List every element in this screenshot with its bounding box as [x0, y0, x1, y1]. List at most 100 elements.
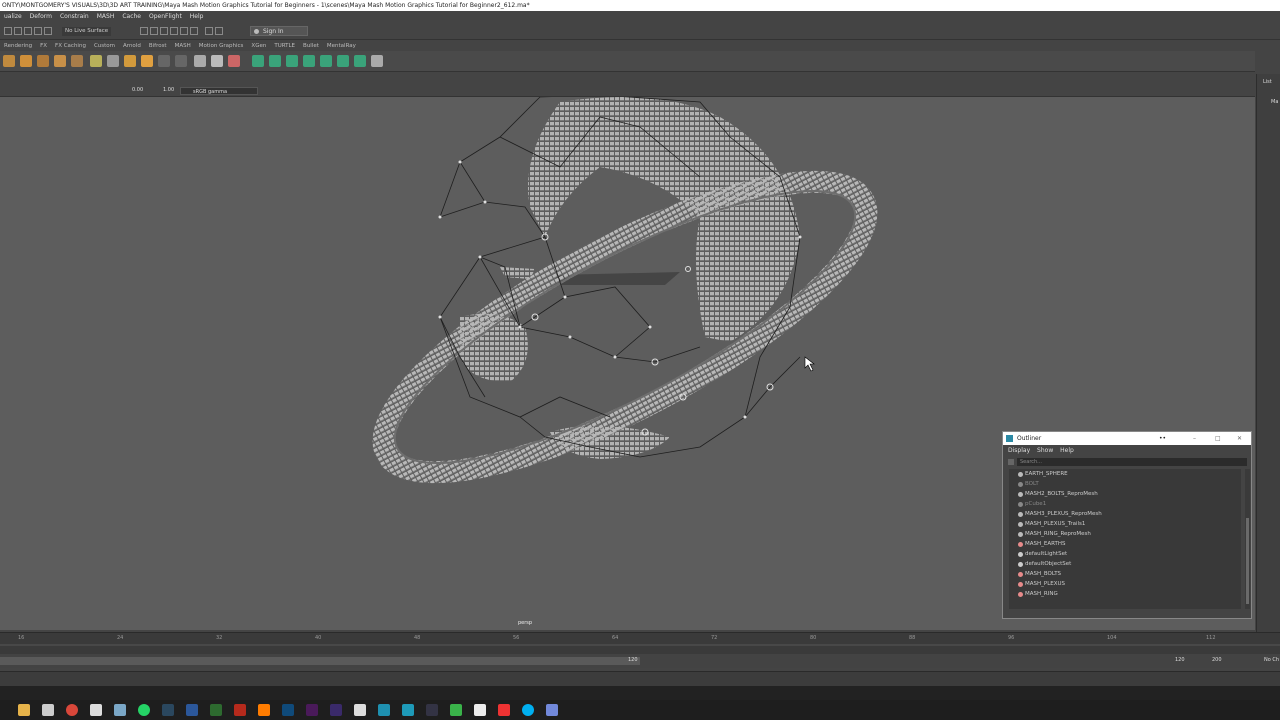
menu-item[interactable]: Cache [122, 13, 141, 20]
outliner-list[interactable]: EARTH_SPHERE BOLT MASH2_BOLTS_ReproMesh pCu… [1009, 469, 1241, 609]
playback-icon[interactable] [190, 27, 198, 35]
menu-item[interactable]: ualize [4, 13, 22, 20]
command-line[interactable] [0, 671, 1280, 686]
shelf-tab[interactable]: MentalRay [327, 43, 356, 49]
after-effects-icon[interactable] [330, 704, 342, 716]
dreamweaver-icon[interactable] [210, 704, 222, 716]
mash-icon[interactable] [124, 55, 136, 67]
color-space-select[interactable]: sRGB gamma [180, 87, 258, 95]
grid-icon[interactable] [158, 55, 170, 67]
mash-icon[interactable] [354, 55, 366, 67]
shelf-tab[interactable]: Motion Graphics [199, 43, 244, 49]
render-icon[interactable] [140, 27, 148, 35]
range-slider[interactable]: 120 120 200 No Ch [0, 654, 1280, 668]
outliner-item[interactable]: defaultObjectSet [1018, 559, 1071, 569]
app-icon[interactable] [354, 704, 366, 716]
shelf-tab[interactable]: Bullet [303, 43, 319, 49]
app-icon[interactable] [402, 704, 414, 716]
menu-item[interactable]: MASH [97, 13, 115, 20]
outliner-titlebar[interactable]: Outliner •• – □ ✕ [1003, 432, 1251, 445]
word-icon[interactable] [186, 704, 198, 716]
mash-icon[interactable] [71, 55, 83, 67]
app-icon[interactable] [498, 704, 510, 716]
outliner-search-input[interactable]: Search... [1017, 458, 1247, 466]
render-settings-icon[interactable] [160, 27, 168, 35]
obs-icon[interactable] [426, 704, 438, 716]
mash-icon[interactable] [371, 55, 383, 67]
menu-item[interactable]: OpenFlight [149, 13, 182, 20]
outliner-item[interactable]: MASH_PLEXUS [1018, 579, 1065, 589]
anim-end-field[interactable]: 200 [1212, 657, 1222, 663]
app-icon[interactable] [114, 704, 126, 716]
grid-icon[interactable] [175, 55, 187, 67]
mash-icon[interactable] [37, 55, 49, 67]
shelf-tab[interactable]: FX Caching [55, 43, 86, 49]
menu-item[interactable]: Help [190, 13, 204, 20]
time-slider[interactable]: 16 24 32 40 48 56 64 72 80 88 96 104 112 [0, 632, 1280, 655]
close-icon[interactable]: ✕ [1237, 432, 1242, 445]
app-icon[interactable] [450, 704, 462, 716]
shelf-tab[interactable]: MASH [175, 43, 191, 49]
exposure-value[interactable]: 0.00 [132, 87, 143, 93]
outliner-item[interactable]: MASH_RING_ReproMesh [1018, 529, 1091, 539]
mash-icon[interactable] [337, 55, 349, 67]
mash-icon[interactable] [286, 55, 298, 67]
mash-icon[interactable] [252, 55, 264, 67]
whatsapp-icon[interactable] [138, 704, 150, 716]
filter-icon[interactable] [1008, 459, 1014, 465]
range-bar[interactable] [0, 657, 640, 665]
shelf-tab[interactable]: TURTLE [274, 43, 295, 49]
mash-icon[interactable] [303, 55, 315, 67]
outliner-menu-display[interactable]: Display [1008, 447, 1030, 454]
sign-in-button[interactable]: Sign In [250, 26, 308, 36]
app-icon[interactable] [474, 704, 486, 716]
undo-icon[interactable] [4, 27, 12, 35]
outliner-item[interactable]: MASH_PLEXUS_Trails1 [1018, 519, 1085, 529]
premiere-icon[interactable] [306, 704, 318, 716]
mash-icon[interactable] [269, 55, 281, 67]
app-icon[interactable] [90, 704, 102, 716]
pin-icon[interactable]: •• [1159, 432, 1166, 445]
shelf-tab[interactable]: Bifrost [149, 43, 167, 49]
steam-icon[interactable] [162, 704, 174, 716]
illustrator-icon[interactable] [258, 704, 270, 716]
menu-item[interactable]: Deform [30, 13, 52, 20]
mash-icon[interactable] [211, 55, 223, 67]
outliner-item[interactable]: EARTH_SPHERE [1018, 469, 1068, 479]
outliner-item[interactable]: MASH_EARTHS [1018, 539, 1066, 549]
shelf-tab[interactable]: Arnold [123, 43, 141, 49]
menu-item[interactable]: Constrain [60, 13, 89, 20]
pause-icon[interactable] [215, 27, 223, 35]
skype-icon[interactable] [522, 704, 534, 716]
outliner-item[interactable]: MASH_BOLTS [1018, 569, 1061, 579]
redo-icon[interactable] [14, 27, 22, 35]
outliner-menu-help[interactable]: Help [1060, 447, 1074, 454]
scrollbar-thumb[interactable] [1246, 518, 1249, 604]
chrome-icon[interactable] [66, 704, 78, 716]
snap-icon[interactable] [34, 27, 42, 35]
shelf-tab[interactable]: Rendering [4, 43, 32, 49]
app-icon[interactable] [42, 704, 54, 716]
minimize-icon[interactable]: – [1193, 432, 1196, 445]
file-explorer-icon[interactable] [18, 704, 30, 716]
outliner-menu-show[interactable]: Show [1037, 447, 1053, 454]
mash-icon[interactable] [54, 55, 66, 67]
discord-icon[interactable] [546, 704, 558, 716]
mash-icon[interactable] [20, 55, 32, 67]
mash-icon[interactable] [228, 55, 240, 67]
shelf-tab[interactable]: FX [40, 43, 47, 49]
range-end-field[interactable]: 120 [1175, 657, 1185, 663]
pause-icon[interactable] [205, 27, 213, 35]
maximize-icon[interactable]: □ [1215, 432, 1221, 445]
outliner-item[interactable]: MASH3_PLEXUS_ReproMesh [1018, 509, 1102, 519]
character-set-label[interactable]: No Ch [1264, 657, 1279, 663]
panel-tab[interactable]: List [1263, 79, 1272, 85]
acrobat-icon[interactable] [234, 704, 246, 716]
mash-icon[interactable] [194, 55, 206, 67]
outliner-item[interactable]: MASH_RING [1018, 589, 1058, 599]
ipr-icon[interactable] [150, 27, 158, 35]
maya-icon[interactable] [378, 704, 390, 716]
outliner-item[interactable]: BOLT [1018, 479, 1039, 489]
hypershade-icon[interactable] [170, 27, 178, 35]
curve-tool-icon[interactable] [90, 55, 102, 67]
